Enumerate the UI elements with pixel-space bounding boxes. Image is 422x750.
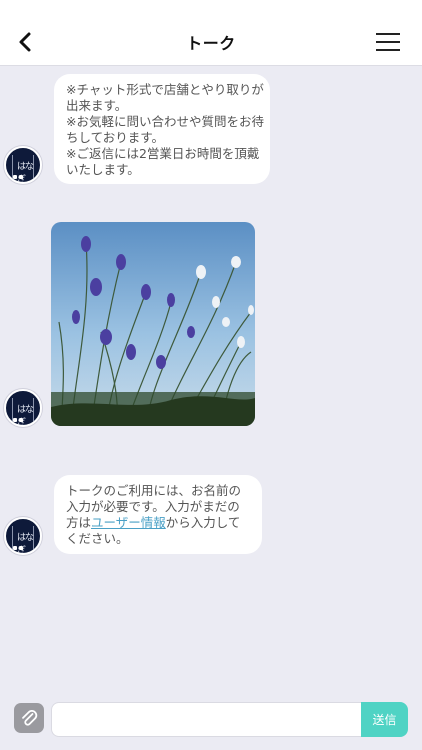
logo-text: はなぎ <box>17 162 34 184</box>
header-bar: トーク <box>0 0 422 66</box>
menu-button[interactable] <box>372 30 404 54</box>
avatar: はなぎ <box>4 389 42 427</box>
message-line: 方はユーザー情報から入力して <box>66 515 250 531</box>
logo-dot <box>19 546 23 550</box>
hamburger-line <box>376 41 400 43</box>
logo-dot <box>19 418 23 422</box>
message-text: から入力して <box>165 515 241 530</box>
attach-button[interactable] <box>14 703 44 733</box>
avatar: はなぎ <box>4 146 42 184</box>
message-line: ください。 <box>66 531 129 546</box>
logo-text: はなぎ <box>17 533 34 555</box>
logo-dot <box>13 175 17 179</box>
logo-dot <box>13 546 17 550</box>
message-line: ※ご返信には2営業日お時間を頂戴 <box>66 146 260 161</box>
user-info-link[interactable]: ユーザー情報 <box>91 515 166 530</box>
logo-text: はなぎ <box>17 405 34 427</box>
avatar: はなぎ <box>4 517 42 555</box>
message-bubble: ※チャット形式で店舗とやり取りが 出来ます。 ※お気軽に問い合わせや質問をお待 … <box>54 74 270 184</box>
message-composer: 送信 <box>0 695 422 750</box>
logo-dot <box>13 418 17 422</box>
message-text: 方は <box>66 515 92 530</box>
message-line: ※お気軽に問い合わせや質問をお待 <box>66 114 264 129</box>
message-input[interactable] <box>51 702 363 737</box>
logo-dot <box>19 175 23 179</box>
page-title: トーク <box>186 34 236 53</box>
hamburger-menu-icon <box>376 33 400 35</box>
message-image[interactable] <box>51 222 255 426</box>
message-line: 出来ます。 <box>66 98 128 113</box>
hamburger-line <box>376 49 400 51</box>
message-line: いたします。 <box>66 162 140 177</box>
message-line: ※チャット形式で店舗とやり取りが <box>66 82 264 97</box>
paperclip-icon <box>22 709 38 726</box>
message-line: ちしております。 <box>66 130 165 145</box>
message-line: 入力が必要です。入力がまだの <box>66 499 240 514</box>
message-bubble: トークのご利用には、お名前の 入力が必要です。入力がまだの 方はユーザー情報から… <box>54 475 262 554</box>
send-button[interactable]: 送信 <box>361 702 408 737</box>
message-line: トークのご利用には、お名前の <box>66 483 242 498</box>
flower-photo <box>51 222 255 426</box>
